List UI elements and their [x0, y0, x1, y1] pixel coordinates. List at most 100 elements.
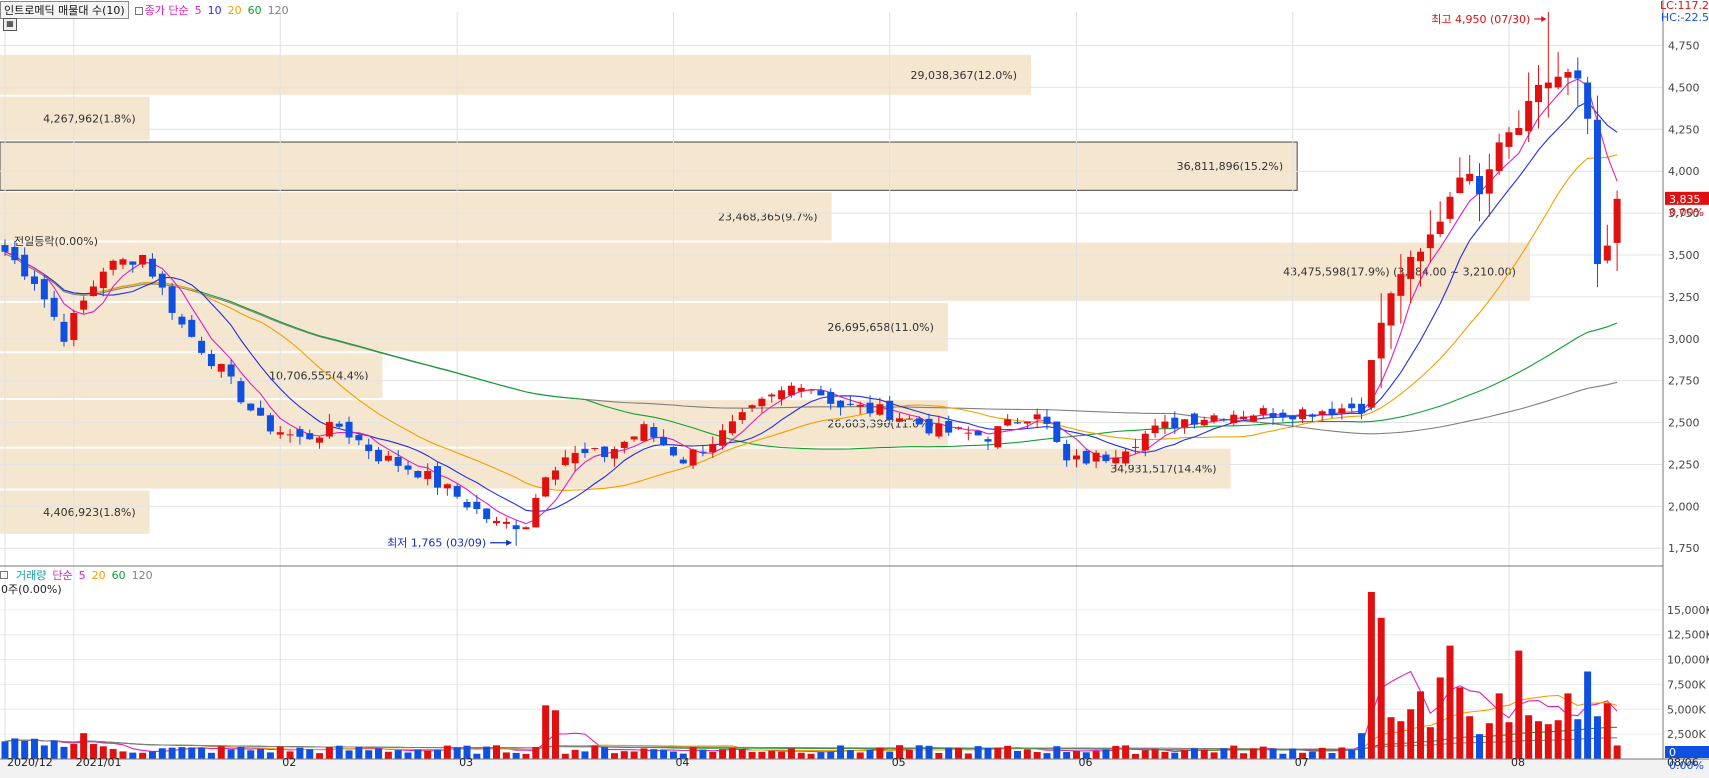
candle	[1161, 421, 1169, 428]
volume-bar	[1485, 723, 1493, 759]
y-tick-label: 4,000	[1668, 165, 1700, 178]
candle	[1072, 455, 1080, 460]
volume-bar	[935, 752, 943, 759]
candle	[1092, 452, 1100, 462]
volume-bar	[266, 752, 274, 759]
profile-label: 4,406,923(1.8%)	[43, 506, 136, 519]
volume-bar	[1269, 748, 1277, 759]
candle	[1367, 360, 1375, 408]
low-annotation: 최저 1,765 (03/09)	[387, 537, 486, 550]
candle	[846, 403, 854, 405]
candle	[601, 446, 609, 458]
candle	[689, 449, 697, 466]
volume-bar	[257, 748, 265, 759]
volume-bar	[375, 748, 383, 759]
candle	[827, 392, 835, 404]
candle	[424, 471, 432, 479]
candle	[50, 297, 58, 317]
volume-bar	[630, 751, 638, 759]
candle	[876, 404, 884, 415]
candle	[168, 286, 176, 313]
candle	[758, 398, 766, 407]
volume-current-label: 0	[1669, 746, 1676, 759]
candle	[11, 247, 19, 261]
candle	[1220, 419, 1228, 421]
volume-bar	[325, 747, 333, 759]
volume-bar	[365, 750, 373, 759]
table-icon[interactable]: ▦	[3, 18, 17, 31]
candle	[1426, 234, 1434, 249]
y-tick-label: 3,500	[1668, 249, 1700, 262]
volume-bar	[1200, 749, 1208, 759]
volume-bar	[1603, 703, 1611, 759]
x-tick-label: 08	[1511, 756, 1525, 769]
y-tick-label: 2,000	[1668, 500, 1700, 513]
candle	[610, 449, 618, 459]
candle	[217, 363, 225, 372]
candle	[493, 520, 500, 524]
x-tick-label: 02	[282, 756, 296, 769]
price-ma-label: 종가 단순	[134, 2, 189, 18]
volume-bar	[1053, 746, 1061, 759]
volume-bar	[198, 747, 206, 759]
candle	[1112, 457, 1120, 464]
volume-bar	[1584, 671, 1592, 759]
prev-change-label: 전일등락(0.00%)	[14, 234, 98, 248]
price-legend-title[interactable]: 인트로메딕 매물대 수(10)	[0, 1, 129, 19]
candle	[620, 441, 628, 448]
volume-bar	[345, 750, 353, 759]
candle	[974, 430, 982, 436]
candle	[1279, 412, 1287, 418]
volume-value: 0주(0.00%)	[1, 583, 62, 596]
volume-bar	[610, 753, 618, 759]
volume-bar	[1141, 750, 1149, 759]
ma120-label: 120	[267, 3, 289, 17]
candle	[296, 429, 304, 437]
y-tick-label: 2,500	[1668, 417, 1700, 430]
current-price-label: 3,835	[1669, 193, 1701, 206]
candle	[80, 300, 88, 310]
volume-bar	[1259, 746, 1267, 759]
candle	[1190, 413, 1198, 425]
candle	[591, 447, 599, 449]
profile-band	[0, 54, 1032, 95]
candle	[699, 451, 707, 453]
candle	[640, 424, 648, 441]
candle	[886, 400, 894, 420]
candle	[276, 432, 284, 435]
candle	[1082, 450, 1090, 464]
candle	[817, 390, 825, 396]
candle	[669, 446, 677, 456]
candle	[1043, 416, 1051, 424]
volume-bar	[296, 747, 304, 759]
volume-bar	[945, 747, 953, 759]
volume-bar	[1466, 716, 1474, 759]
volume-tick-label: 10,000K	[1667, 654, 1709, 667]
candle	[1200, 419, 1208, 426]
profile-label: 29,038,367(12.0%)	[911, 69, 1018, 82]
volume-bar	[551, 710, 559, 759]
candle	[1397, 274, 1405, 296]
candle	[434, 466, 442, 488]
candle	[99, 271, 107, 289]
candle	[1063, 443, 1071, 461]
volume-bar	[1190, 748, 1198, 759]
volume-bar	[473, 753, 481, 759]
volume-bar	[1476, 734, 1483, 759]
candle	[1476, 176, 1483, 195]
x-axis-bar	[0, 759, 1709, 778]
candle	[1554, 76, 1562, 88]
current-pct-label: 0.00%	[1669, 206, 1704, 219]
candle	[915, 418, 923, 425]
volume-bar	[1377, 617, 1385, 759]
candle	[257, 407, 265, 416]
volume-bar	[1426, 727, 1434, 759]
volume-bar	[660, 749, 668, 759]
volume-bar	[542, 705, 550, 759]
volume-bar	[797, 752, 805, 759]
volume-bar	[856, 752, 864, 759]
volume-bar	[1249, 748, 1257, 759]
candle	[925, 418, 933, 434]
volume-bar	[384, 751, 392, 759]
volume-bar	[601, 747, 609, 759]
